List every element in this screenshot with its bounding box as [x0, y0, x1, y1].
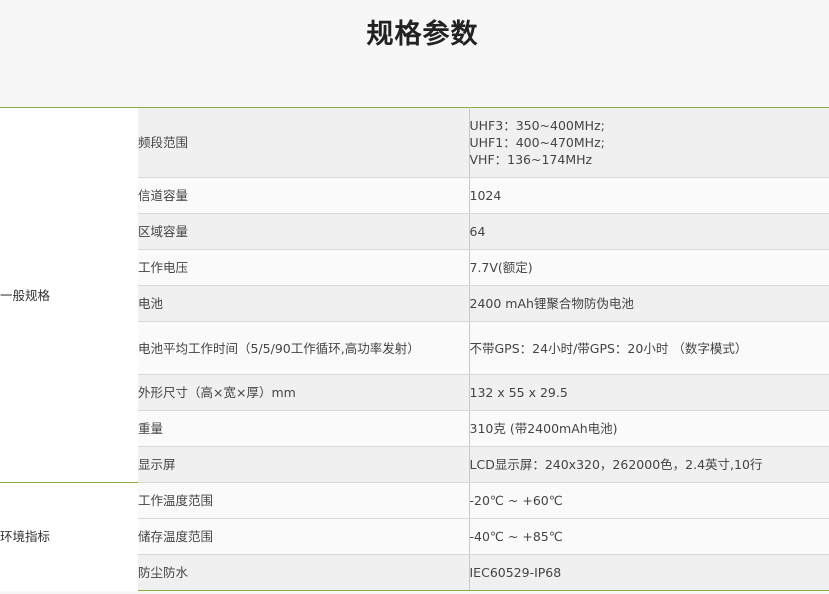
spec-name: 信道容量 — [138, 177, 470, 214]
spec-value: 不带GPS：24小时/带GPS：20小时 （数字模式） — [469, 321, 829, 375]
spec-name: 工作温度范围 — [138, 482, 470, 519]
spec-name: 储存温度范围 — [138, 518, 470, 555]
spec-name: 频段范围 — [138, 107, 470, 178]
spec-value: UHF3：350~400MHz; UHF1：400~470MHz; VHF：13… — [469, 107, 829, 178]
spec-table: 一般规格 频段范围 UHF3：350~400MHz; UHF1：400~470M… — [0, 107, 829, 591]
spec-name: 外形尺寸（高×宽×厚）mm — [138, 374, 470, 411]
spec-name: 显示屏 — [138, 446, 470, 483]
group-label-environment: 环境指标 — [0, 482, 138, 591]
spec-value-line: VHF：136~174MHz — [469, 152, 593, 167]
spec-name: 重量 — [138, 410, 470, 447]
spec-name: 电池平均工作时间（5/5/90工作循环,高功率发射） — [138, 321, 470, 375]
spec-value: -20℃ ~ +60℃ — [469, 482, 829, 519]
spec-value-line: UHF3：350~400MHz; — [469, 118, 605, 133]
spec-value: 64 — [469, 213, 829, 250]
table-row: 一般规格 频段范围 UHF3：350~400MHz; UHF1：400~470M… — [0, 107, 829, 483]
spec-value: LCD显示屏：240x320，262000色，2.4英寸,10行 — [469, 446, 829, 483]
table-row: 环境指标 工作温度范围 -20℃ ~ +60℃ — [0, 482, 829, 591]
spec-value: 132 x 55 x 29.5 — [469, 374, 829, 411]
spec-value: -40℃ ~ +85℃ — [469, 518, 829, 555]
spec-value-line: UHF1：400~470MHz; — [469, 135, 605, 150]
spec-value: 2400 mAh锂聚合物防伪电池 — [469, 285, 829, 322]
spec-value: 1024 — [469, 177, 829, 214]
group-label-general: 一般规格 — [0, 107, 138, 483]
spec-name: 电池 — [138, 285, 470, 322]
spec-value: IEC60529-IP68 — [469, 554, 829, 591]
page-title: 规格参数 — [366, 19, 479, 50]
spec-value: 7.7V(额定) — [469, 249, 829, 286]
spec-name: 区域容量 — [138, 213, 470, 250]
spec-value: 310克 (带2400mAh电池) — [469, 410, 829, 447]
spec-name: 防尘防水 — [138, 554, 470, 591]
spec-name: 工作电压 — [138, 249, 470, 286]
